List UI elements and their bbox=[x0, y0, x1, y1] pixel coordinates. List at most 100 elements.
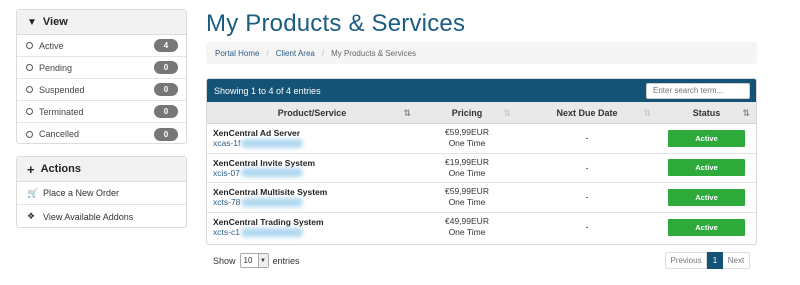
search-input[interactable] bbox=[646, 82, 750, 99]
page-1-button[interactable]: 1 bbox=[707, 252, 723, 269]
table-row[interactable]: XenCentral Invite System xcis-07 €19,99E… bbox=[207, 154, 756, 183]
count-badge: 0 bbox=[154, 127, 178, 141]
domain-text: xcts-78 bbox=[213, 197, 241, 208]
radio-icon[interactable] bbox=[26, 108, 33, 115]
product-name: XenCentral Trading System bbox=[213, 217, 324, 228]
view-filter-label: Terminated bbox=[39, 106, 84, 117]
status-badge: Active bbox=[668, 188, 745, 206]
next-page-button[interactable]: Next bbox=[723, 252, 750, 269]
column-header-product[interactable]: Product/Service ⇅ bbox=[207, 102, 417, 123]
table-row[interactable]: XenCentral Trading System xcts-c1 €49,99… bbox=[207, 213, 756, 243]
billing-cycle: One Time bbox=[448, 197, 486, 208]
product-cell: XenCentral Invite System xcis-07 bbox=[207, 154, 417, 183]
due-date-cell: - bbox=[585, 192, 589, 203]
page-length-control: Show 10 ▼ entries bbox=[213, 253, 300, 268]
sort-asc-icon: ⇅ bbox=[403, 108, 411, 118]
page-length-suffix: entries bbox=[272, 255, 300, 266]
table-header: Product/Service ⇅ Pricing ⇅ Next Due Dat… bbox=[207, 102, 756, 124]
view-filter-suspended[interactable]: Suspended 0 bbox=[17, 79, 186, 101]
radio-icon[interactable] bbox=[26, 130, 33, 138]
view-filter-label: Cancelled bbox=[39, 129, 80, 139]
view-filter-pending[interactable]: Pending 0 bbox=[17, 57, 186, 79]
view-addons-link[interactable]: ❖ View Available Addons bbox=[17, 205, 186, 228]
filter-icon: ▼ bbox=[27, 16, 37, 28]
due-date-cell: - bbox=[585, 222, 589, 233]
previous-page-button[interactable]: Previous bbox=[665, 252, 707, 269]
count-badge: 0 bbox=[154, 83, 178, 96]
table-toolbar: Showing 1 to 4 of 4 entries bbox=[207, 79, 756, 102]
view-filter-terminated[interactable]: Terminated 0 bbox=[17, 101, 186, 123]
sort-icon: ⇅ bbox=[503, 108, 511, 118]
pricing-cell: €59,99EUR One Time bbox=[417, 183, 517, 212]
radio-icon[interactable] bbox=[26, 64, 33, 71]
plus-icon: + bbox=[27, 161, 35, 177]
status-badge: Active bbox=[668, 218, 745, 236]
redacted-text bbox=[240, 227, 303, 237]
column-header-label: Status bbox=[692, 107, 721, 118]
billing-cycle: One Time bbox=[448, 167, 486, 178]
page-length-select[interactable]: 10 ▼ bbox=[239, 253, 269, 268]
status-cell: Active bbox=[657, 213, 756, 243]
view-filter-cancelled[interactable]: Cancelled 0 bbox=[17, 123, 186, 145]
count-badge: 4 bbox=[154, 39, 178, 52]
cart-icon: 🛒 bbox=[27, 187, 39, 198]
product-domain: xcis-07 bbox=[213, 168, 417, 178]
product-domain: xcas-1f bbox=[213, 138, 417, 148]
table-row[interactable]: XenCentral Ad Server xcas-1f €59,99EUR O… bbox=[207, 124, 756, 154]
radio-icon[interactable] bbox=[26, 42, 33, 49]
product-domain: xcts-c1 bbox=[213, 227, 417, 237]
status-cell: Active bbox=[657, 154, 756, 183]
view-panel: ▼ View Active 4 Pending 0 Suspended 0 Te… bbox=[16, 9, 187, 144]
price-amount: €49,99EUR bbox=[445, 216, 489, 227]
column-header-status[interactable]: Status ⇅ bbox=[657, 102, 756, 123]
chevron-down-icon: ▼ bbox=[257, 254, 268, 267]
actions-panel-header: + Actions bbox=[17, 157, 186, 182]
pricing-cell: €49,99EUR One Time bbox=[417, 213, 517, 243]
product-cell: XenCentral Ad Server xcas-1f bbox=[207, 124, 417, 153]
price-amount: €59,99EUR bbox=[445, 127, 489, 138]
column-header-pricing[interactable]: Pricing ⇅ bbox=[417, 102, 517, 123]
products-table: Showing 1 to 4 of 4 entries Product/Serv… bbox=[206, 78, 757, 245]
pricing-cell: €19,99EUR One Time bbox=[417, 154, 517, 183]
count-badge: 0 bbox=[154, 61, 178, 74]
product-cell: XenCentral Trading System xcts-c1 bbox=[207, 213, 417, 243]
action-label: View Available Addons bbox=[43, 211, 134, 222]
pagination: Previous 1 Next bbox=[665, 252, 750, 269]
count-badge: 0 bbox=[154, 105, 178, 118]
breadcrumb-separator: / bbox=[266, 48, 269, 58]
domain-text: xcas-1f bbox=[213, 138, 241, 149]
status-badge: Active bbox=[668, 129, 745, 147]
status-badge: Active bbox=[668, 159, 745, 177]
view-filter-label: Suspended bbox=[39, 84, 85, 95]
sort-icon: ⇅ bbox=[643, 108, 651, 118]
actions-panel: + Actions 🛒 Place a New Order ❖ View Ava… bbox=[16, 156, 187, 228]
view-panel-title: View bbox=[42, 16, 68, 28]
product-name: XenCentral Invite System bbox=[213, 157, 316, 168]
status-cell: Active bbox=[657, 124, 756, 153]
table-row[interactable]: XenCentral Multisite System xcts-78 €59,… bbox=[207, 183, 756, 213]
due-date-cell: - bbox=[585, 133, 589, 144]
view-filter-label: Active bbox=[39, 40, 64, 51]
price-amount: €19,99EUR bbox=[445, 156, 489, 167]
table-body: XenCentral Ad Server xcas-1f €59,99EUR O… bbox=[207, 124, 756, 242]
column-header-next-due-date[interactable]: Next Due Date ⇅ bbox=[517, 102, 657, 123]
action-label: Place a New Order bbox=[43, 188, 120, 198]
price-amount: €59,99EUR bbox=[445, 186, 489, 197]
due-date-cell: - bbox=[585, 162, 589, 173]
redacted-text bbox=[241, 138, 304, 148]
billing-cycle: One Time bbox=[448, 138, 486, 149]
sort-icon: ⇅ bbox=[742, 108, 750, 118]
place-new-order-link[interactable]: 🛒 Place a New Order bbox=[17, 182, 186, 205]
product-domain: xcts-78 bbox=[213, 197, 417, 207]
redacted-text bbox=[240, 168, 303, 178]
table-info: Showing 1 to 4 of 4 entries bbox=[214, 85, 321, 96]
radio-icon[interactable] bbox=[26, 86, 33, 93]
view-filter-active[interactable]: Active 4 bbox=[17, 35, 186, 57]
breadcrumb-portal-home[interactable]: Portal Home bbox=[215, 49, 259, 58]
view-filter-label: Pending bbox=[39, 62, 73, 73]
pricing-cell: €59,99EUR One Time bbox=[417, 124, 517, 153]
page-length-value: 10 bbox=[243, 256, 253, 265]
column-header-label: Next Due Date bbox=[556, 107, 618, 118]
breadcrumb-client-area[interactable]: Client Area bbox=[276, 49, 315, 58]
breadcrumb: Portal Home / Client Area / My Products … bbox=[206, 42, 757, 64]
